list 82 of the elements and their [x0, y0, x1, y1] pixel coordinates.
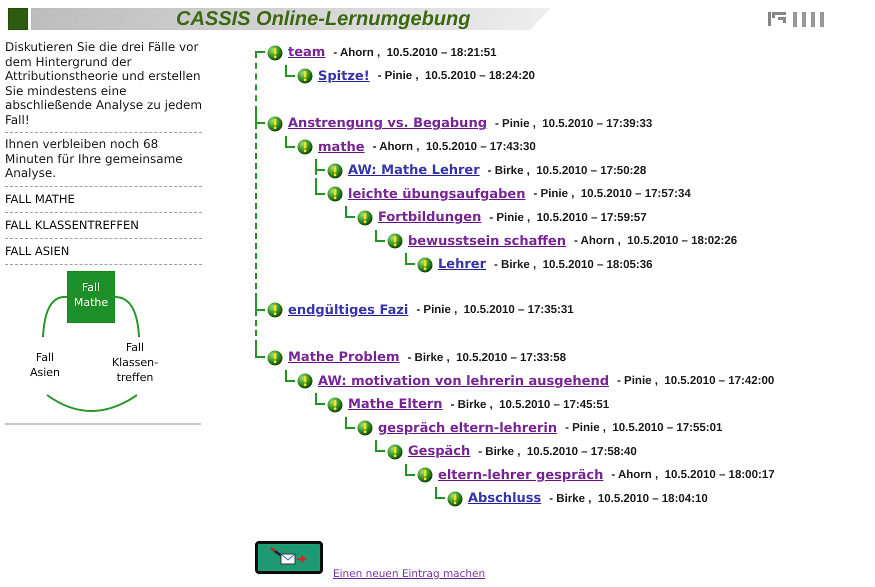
thread-link[interactable]: Lehrer: [438, 257, 486, 272]
exclamation-ball-icon: [267, 302, 283, 318]
cycle-arc: [42, 295, 67, 337]
thread-link[interactable]: Gespäch: [408, 444, 470, 460]
tree-connector: [345, 206, 355, 218]
author-date: - Birke , 10.5.2010 – 17:33:58: [408, 352, 566, 364]
author-date: - Birke , 10.5.2010 – 18:05:36: [494, 258, 653, 271]
author-date: - Pinie , 10.5.2010 – 18:24:20: [378, 70, 535, 82]
author-date: - Pinie , 10.5.2010 – 17:35:31: [416, 304, 574, 316]
node-label: Fall: [36, 350, 54, 364]
exclamation-ball-icon: [267, 44, 283, 61]
author-date: - Ahorn , 10.5.2010 – 17:43:30: [372, 141, 536, 154]
new-entry-button[interactable]: [255, 540, 323, 574]
thread-link[interactable]: Fortbildungen: [378, 210, 482, 226]
author-date: - Ahorn , 10.5.2010 – 18:21:51: [333, 46, 497, 59]
node-label: Fall: [82, 280, 100, 294]
app-title: CASSIS Online-Lernumgebung: [176, 8, 470, 30]
author-date: - Ahorn , 10.5.2010 – 18:02:26: [574, 235, 738, 248]
thread-link[interactable]: AW: Mathe Lehrer: [348, 163, 480, 178]
exclamation-ball-icon: [297, 68, 313, 84]
exclamation-ball-icon: [417, 467, 433, 484]
author-date: - Birke , 10.5.2010 – 17:58:40: [478, 446, 637, 458]
thread-link[interactable]: Mathe Eltern: [348, 397, 443, 412]
exclamation-ball-icon: [357, 420, 373, 436]
thread-link[interactable]: Abschluss: [468, 491, 542, 506]
author-date: - Pinie , 10.5.2010 – 17:42:00: [617, 375, 774, 388]
cycle-arc: [114, 296, 140, 337]
node-label: Fall: [126, 340, 144, 354]
case-menu-item[interactable]: FALL MATHE: [5, 186, 202, 212]
node-label: Asien: [30, 366, 60, 378]
tree-connector: [285, 136, 295, 148]
case-menu-item[interactable]: FALL ASIEN: [5, 238, 202, 264]
thread-link[interactable]: AW: motivation von lehrerin ausgehend: [318, 374, 610, 389]
thread-link[interactable]: team: [288, 45, 326, 60]
thread-link[interactable]: Mathe Problem: [288, 350, 400, 366]
tree-connector: [375, 440, 385, 452]
author-date: - Birke , 10.5.2010 – 17:45:51: [450, 398, 610, 411]
tree-connector: [285, 370, 295, 382]
new-entry-link[interactable]: Einen neuen Eintrag machen: [333, 568, 486, 580]
author-date: - Birke , 10.5.2010 – 17:50:28: [488, 164, 646, 177]
thread-link[interactable]: mathe: [318, 140, 365, 155]
tree-connector: [345, 416, 355, 428]
exclamation-ball-icon: [267, 116, 283, 132]
thread-link[interactable]: Anstrengung vs. Begabung: [288, 116, 487, 132]
case-menu-item[interactable]: FALL KLASSENTREFFEN: [5, 212, 202, 238]
node-label: treffen: [116, 370, 154, 384]
exclamation-ball-icon: [357, 210, 373, 226]
node-label: Mathe: [74, 296, 108, 308]
tree-connector: [375, 230, 385, 242]
pen-envelope-icon: [269, 547, 309, 567]
exclamation-ball-icon: [387, 444, 403, 460]
tree-connector: [405, 464, 415, 476]
exclamation-ball-icon: [297, 373, 313, 390]
thread-link[interactable]: gespräch eltern-lehrerin: [378, 420, 558, 436]
author-date: - Birke , 10.5.2010 – 18:04:10: [549, 492, 708, 505]
tree-connector: [435, 487, 445, 499]
thread-link[interactable]: endgültiges Fazi: [288, 302, 408, 318]
exclamation-ball-icon: [447, 490, 463, 507]
case-node: [67, 270, 115, 322]
thread-link[interactable]: Spitze!: [318, 68, 370, 84]
time-note: Ihnen verbleiben noch 68 Minuten für Ihre gemeinsame Analyse.: [5, 133, 202, 186]
thread-link[interactable]: leichte übungsaufgaben: [348, 186, 526, 202]
author-date: - Pinie , 10.5.2010 – 17:55:01: [565, 422, 722, 434]
exclamation-ball-icon: [327, 396, 343, 413]
author-date: - Pinie , 10.5.2010 – 17:59:57: [489, 212, 647, 224]
exclamation-ball-icon: [327, 162, 343, 179]
author-date: - Pinie , 10.5.2010 – 17:39:33: [495, 118, 652, 130]
node-label: Klassen-: [112, 356, 158, 368]
author-date: - Pinie , 10.5.2010 – 17:57:34: [534, 188, 691, 200]
tree-connector: [285, 64, 295, 76]
exclamation-ball-icon: [297, 139, 313, 156]
exclamation-ball-icon: [387, 233, 403, 250]
task-text: Diskutieren Sie die drei Fälle vor dem Hintergrund der Attributionstheorie und erstellen Sie mindestens eine abschließende Analyse zu jedem Fall!: [5, 40, 202, 133]
exclamation-ball-icon: [267, 350, 283, 366]
thread-link[interactable]: eltern-lehrer gespräch: [438, 468, 604, 483]
exclamation-ball-icon: [327, 186, 343, 202]
tree-connector: [315, 393, 325, 405]
exclamation-ball-icon: [417, 256, 433, 273]
author-date: - Ahorn , 10.5.2010 – 18:00:17: [611, 469, 775, 482]
tree-connector: [405, 253, 415, 265]
logo-square: [8, 8, 28, 30]
thread-link[interactable]: bewusstsein schaffen: [408, 234, 566, 249]
